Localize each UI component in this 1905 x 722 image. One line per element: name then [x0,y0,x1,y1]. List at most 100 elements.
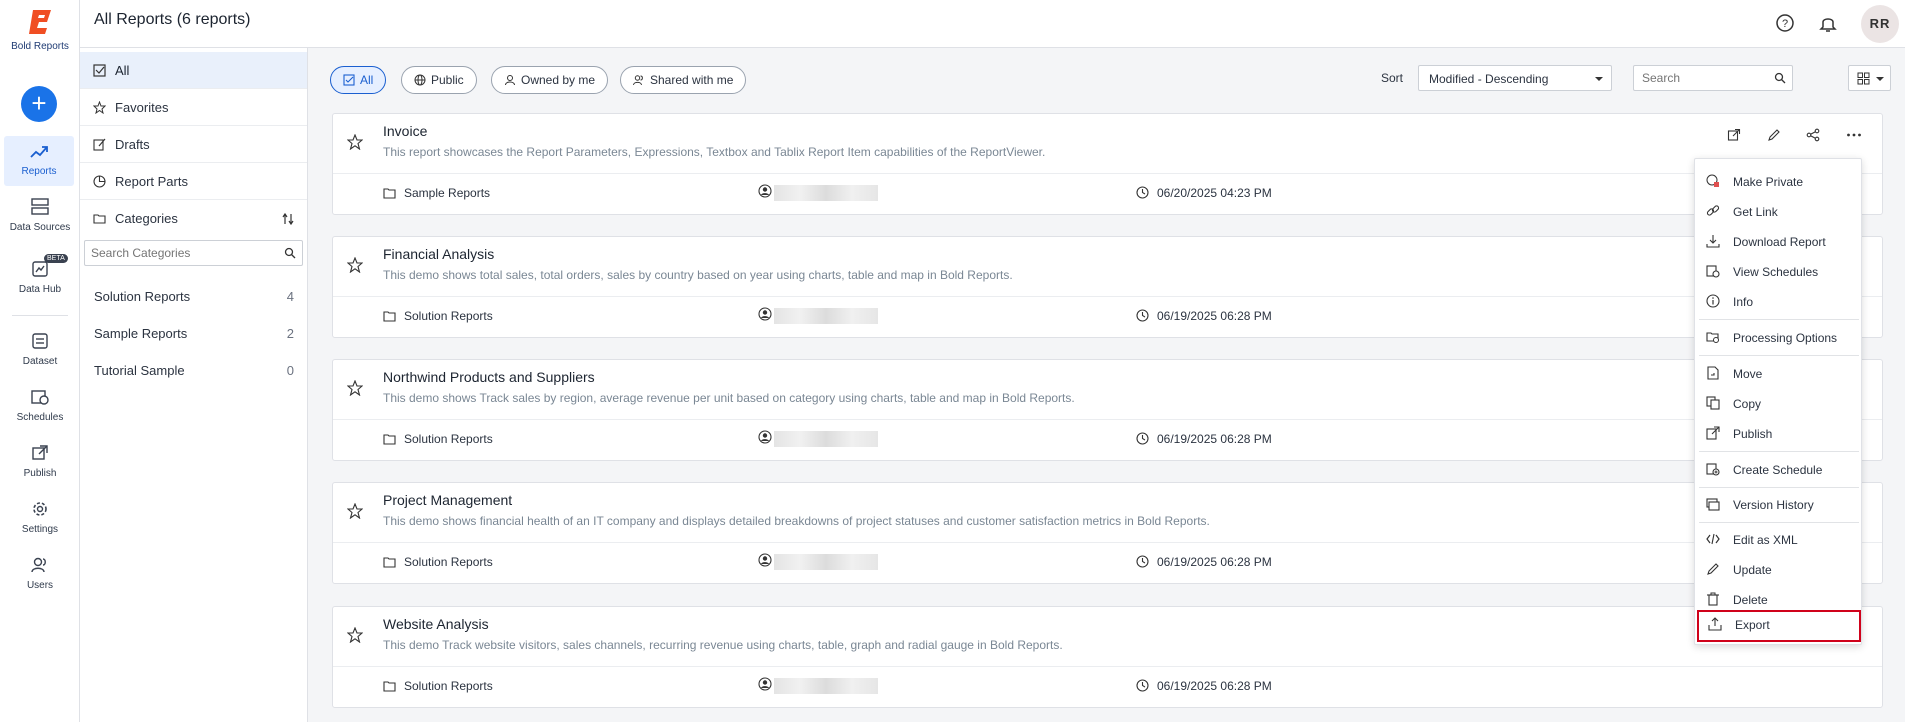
sidebar-item-favorites[interactable]: Favorites [80,89,307,126]
menu-item-label: Update [1733,563,1772,577]
menu-separator [1699,522,1859,523]
menu-item-processing-options[interactable]: Processing Options [1695,323,1863,351]
category-search-input[interactable] [85,241,265,265]
filter-chip-owned-by-me[interactable]: Owned by me [491,66,609,94]
sort-dropdown[interactable]: Modified - Descending [1418,65,1612,91]
favorite-star-icon[interactable] [347,380,363,396]
create-new-button[interactable]: + [21,86,57,122]
menu-item-view-schedules[interactable]: View Schedules [1695,257,1863,285]
report-description: This report showcases the Report Paramet… [383,145,1046,159]
menu-item-label: Copy [1733,397,1762,411]
favorite-star-icon[interactable] [347,257,363,273]
svg-text:?: ? [1782,18,1788,30]
menu-item-info[interactable]: Info [1695,287,1863,315]
menu-separator [1699,319,1859,320]
dataset-icon [32,333,48,349]
menu-item-label: Processing Options [1733,331,1838,345]
menu-item-label: Publish [1733,427,1773,441]
rail-label: Reports [21,166,57,177]
menu-item-copy[interactable]: Copy [1695,389,1863,417]
rail-item-users[interactable]: Users [0,556,80,591]
report-title[interactable]: Northwind Products and Suppliers [383,369,595,385]
rail-item-publish[interactable]: Publish [0,444,80,479]
favorite-star-icon[interactable] [347,134,363,150]
menu-item-delete[interactable]: Delete [1695,585,1863,613]
open-new-tab-icon[interactable] [1727,128,1741,145]
report-title[interactable]: Invoice [383,123,427,139]
rail-item-schedules[interactable]: Schedules [0,388,80,423]
report-card[interactable]: Financial Analysis This demo shows total… [332,236,1883,338]
filter-chip-all[interactable]: All [330,66,387,94]
card-divider [333,419,1882,420]
menu-item-make-private[interactable]: Make Private [1695,167,1863,195]
bell-icon[interactable] [1817,12,1839,34]
trash-icon [1707,592,1719,606]
rail-item-dataset[interactable]: Dataset [0,332,80,367]
menu-item-label: Info [1733,295,1754,309]
menu-item-update[interactable]: Update [1695,555,1863,583]
user-circle-icon [758,430,772,444]
sort-toggle-icon[interactable] [281,212,295,226]
rail-item-settings[interactable]: Settings [0,500,80,535]
category-name: Solution Reports [404,309,493,323]
report-title[interactable]: Project Management [383,492,512,508]
menu-item-version-history[interactable]: Version History [1695,490,1863,518]
rail-item-data-sources[interactable]: Data Sources [0,198,80,233]
edit-pencil-icon[interactable] [1767,128,1781,145]
link-icon [1706,205,1720,216]
menu-item-label: Delete [1733,593,1768,607]
schedule-icon [31,390,49,405]
report-category: Solution Reports [383,555,493,569]
sidebar-item-drafts[interactable]: Drafts [80,126,307,163]
menu-item-export[interactable]: Export [1697,610,1861,642]
draft-icon [93,138,106,151]
report-description: This demo shows total sales, total order… [383,268,1013,282]
sidebar-item-label: Categories [115,211,178,226]
report-card[interactable]: Northwind Products and Suppliers This de… [332,359,1883,461]
report-description: This demo Track website visitors, sales … [383,638,1063,652]
menu-item-edit-as-xml[interactable]: Edit as XML [1695,525,1863,553]
menu-item-label: View Schedules [1733,265,1819,279]
menu-item-get-link[interactable]: Get Link [1695,197,1863,225]
category-name: Solution Reports [404,432,493,446]
version-history-icon [1706,498,1720,511]
sidebar-item-categories[interactable]: Categories [80,200,307,237]
category-item[interactable]: Tutorial Sample 0 [94,363,294,378]
report-card[interactable]: Project Management This demo shows finan… [332,482,1883,584]
report-category: Solution Reports [383,309,493,323]
menu-item-label: Get Link [1733,205,1778,219]
menu-item-create-schedule[interactable]: Create Schedule [1695,455,1863,483]
app-logo[interactable]: Bold Reports [0,8,80,52]
category-item[interactable]: Solution Reports 4 [94,289,294,304]
help-icon[interactable]: ? [1774,12,1796,34]
more-options-icon[interactable] [1846,128,1862,145]
report-title[interactable]: Website Analysis [383,616,489,632]
report-owner [758,184,878,201]
user-avatar[interactable]: RR [1861,5,1899,43]
menu-item-download-report[interactable]: Download Report [1695,227,1863,255]
report-title[interactable]: Financial Analysis [383,246,494,262]
beta-badge: BETA [44,254,68,263]
filter-chip-shared-with-me[interactable]: Shared with me [620,66,747,94]
sidebar-item-report-parts[interactable]: Report Parts [80,163,307,200]
rail-item-data-hub[interactable]: BETA Data Hub [0,254,80,295]
search-icon[interactable] [284,247,296,259]
favorite-star-icon[interactable] [347,627,363,643]
search-icon[interactable] [1774,72,1786,84]
menu-item-publish[interactable]: Publish [1695,419,1863,447]
bold-reports-logo-icon [29,10,51,34]
clock-icon [1136,679,1149,692]
share-icon[interactable] [1806,128,1820,145]
filter-chip-public[interactable]: Public [401,66,477,94]
menu-item-move[interactable]: Move [1695,359,1863,387]
sidebar-item-all[interactable]: All [80,52,307,89]
category-item[interactable]: Sample Reports 2 [94,326,294,341]
view-toggle-button[interactable] [1848,65,1891,91]
report-card[interactable]: Website Analysis This demo Track website… [332,606,1883,708]
favorite-star-icon[interactable] [347,503,363,519]
rail-item-reports[interactable]: Reports [4,136,74,186]
search-input[interactable] [1634,66,1764,90]
menu-separator [1699,451,1859,452]
star-icon [93,101,106,114]
report-card[interactable]: Invoice This report showcases the Report… [332,113,1883,215]
